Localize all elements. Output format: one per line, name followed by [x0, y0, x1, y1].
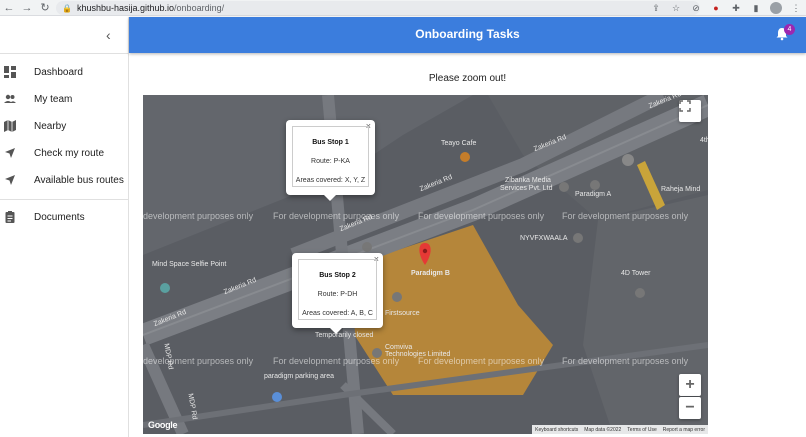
extension-icon[interactable]: ⊘ — [690, 2, 702, 14]
fullscreen-icon — [679, 100, 691, 112]
map-icon — [4, 120, 16, 132]
map-watermark: development purposes only — [143, 211, 254, 221]
sidebar-item-dashboard[interactable]: Dashboard — [0, 61, 128, 83]
popup-areas: Areas covered: X, Y, Z — [295, 177, 366, 184]
bus-stop-popup: × Bus Stop 2 Route: P-DH Areas covered: … — [292, 253, 383, 334]
divider — [0, 199, 128, 200]
report-error-link[interactable]: Report a map error — [663, 427, 705, 433]
map-label: 4th — [700, 137, 708, 144]
map-watermark: For development purposes only — [418, 211, 545, 221]
zoom-out-button[interactable]: − — [679, 397, 701, 419]
sidebar-item-nearby[interactable]: Nearby — [0, 115, 128, 137]
back-icon[interactable]: ← — [0, 0, 18, 16]
sidepanel-icon[interactable]: ▮ — [750, 2, 762, 14]
menu-icon[interactable]: ⋮ — [790, 2, 802, 14]
dashboard-icon — [4, 66, 16, 78]
popup-route: Route: P-KA — [311, 158, 350, 165]
fullscreen-button[interactable] — [679, 100, 701, 122]
popup-route: Route: P-DH — [317, 291, 358, 298]
navigation-icon — [4, 174, 16, 186]
sidebar-item-my-team[interactable]: My team — [0, 88, 128, 110]
popup-tail — [330, 328, 342, 334]
sidebar-item-label: My team — [34, 93, 73, 105]
app-header: Onboarding Tasks 4 — [129, 17, 806, 53]
sidebar-item-documents[interactable]: Documents — [0, 206, 128, 228]
map-label: NYVFXWAALA — [520, 235, 568, 242]
url-path: /onboarding/ — [174, 3, 225, 13]
map-footer: Keyboard shortcuts Map data ©2022 Terms … — [532, 425, 708, 434]
map-watermark: For development purposes only — [418, 356, 545, 366]
popup-tail — [324, 195, 336, 201]
people-icon — [4, 93, 16, 105]
sidebar: ‹ Dashboard My team Nearby Check my rout… — [0, 17, 129, 437]
profile-avatar[interactable] — [770, 2, 782, 14]
map-label: Firstsource — [385, 310, 420, 317]
map-label: Temporarily closed — [315, 332, 374, 339]
nyvf-marker — [573, 233, 583, 243]
notification-badge: 4 — [784, 24, 795, 35]
map-watermark: development purposes only — [143, 356, 254, 366]
tower-marker — [635, 288, 645, 298]
sidebar-item-label: Dashboard — [34, 66, 83, 78]
forward-icon[interactable]: → — [18, 0, 36, 16]
selfie-marker — [160, 283, 170, 293]
map-label: Paradigm A — [575, 191, 612, 198]
sidebar-item-label: Documents — [34, 211, 85, 223]
popup-title: Bus Stop 2 — [319, 272, 356, 279]
firstsource-marker — [392, 292, 402, 302]
keyboard-shortcuts-link[interactable]: Keyboard shortcuts — [535, 427, 578, 433]
lock-icon: 🔒 — [62, 3, 72, 13]
map-graphics — [143, 95, 708, 434]
extension-red-icon[interactable]: ● — [710, 2, 722, 14]
teayo-marker — [460, 152, 470, 162]
map-watermark: For development purposes only — [273, 211, 400, 221]
share-icon[interactable]: ⇪ — [650, 2, 662, 14]
chevron-left-icon[interactable]: ‹ — [106, 27, 111, 43]
paradigm-a-marker — [590, 180, 600, 190]
sidebar-item-check-my-route[interactable]: Check my route — [0, 142, 128, 164]
sidebar-item-label: Available bus routes — [34, 174, 124, 186]
reload-icon[interactable]: ↻ — [36, 0, 54, 16]
map-label: Raheja Mind — [661, 186, 701, 193]
zoom-in-button[interactable]: + — [679, 374, 701, 396]
map-label: Mind Space Selfie Point — [152, 261, 227, 268]
google-logo: Google — [148, 420, 178, 430]
bus-marker — [362, 242, 372, 252]
map-label: Services Pvt. Ltd — [500, 185, 553, 192]
popup-content: Bus Stop 1 Route: P-KA Areas covered: X,… — [292, 126, 369, 187]
popup-content: Bus Stop 2 Route: P-DH Areas covered: A,… — [298, 259, 377, 320]
browser-toolbar: ← → ↻ 🔒 khushbu-hasija.github.io/onboard… — [0, 0, 806, 16]
map-label: 4D Tower — [621, 270, 651, 277]
divider — [0, 53, 128, 54]
map-watermark: For development purposes only — [562, 356, 689, 366]
navigation-icon — [4, 147, 16, 159]
sidebar-item-label: Check my route — [34, 147, 105, 159]
map-label: paradigm parking area — [264, 373, 335, 380]
map-canvas[interactable]: Teayo Cafe Zakeria Rd Zakeria Rd Zakeria… — [143, 95, 708, 434]
bus-stop-popup: × Bus Stop 1 Route: P-KA Areas covered: … — [286, 120, 375, 201]
chat-marker — [622, 154, 634, 166]
map-watermark: For development purposes only — [273, 356, 400, 366]
zoom-message: Please zoom out! — [428, 73, 507, 84]
sidebar-item-available-bus-routes[interactable]: Available bus routes — [0, 169, 128, 191]
url-host: khushbu-hasija.github.io — [76, 3, 175, 13]
address-bar[interactable]: 🔒 khushbu-hasija.github.io/onboarding/ — [56, 1, 700, 15]
map-label: Zibanka Media — [505, 177, 551, 184]
map-data-text: Map data ©2022 — [584, 426, 622, 433]
parking-marker — [272, 392, 282, 402]
sidebar-item-label: Nearby — [34, 120, 67, 132]
puzzle-icon[interactable]: ✚ — [730, 2, 742, 14]
map-label: Comviva — [385, 344, 413, 351]
assignment-icon — [4, 211, 16, 223]
popup-areas: Areas covered: A, B, C — [302, 310, 373, 317]
map-label: Teayo Cafe — [441, 140, 477, 147]
popup-title: Bus Stop 1 — [312, 139, 349, 146]
terms-link[interactable]: Terms of Use — [627, 427, 656, 433]
map-label: Paradigm B — [411, 270, 450, 277]
star-icon[interactable]: ☆ — [670, 2, 682, 14]
map-watermark: For development purposes only — [562, 211, 689, 221]
page-title: Onboarding Tasks — [415, 27, 520, 41]
zibanka-marker — [559, 182, 569, 192]
